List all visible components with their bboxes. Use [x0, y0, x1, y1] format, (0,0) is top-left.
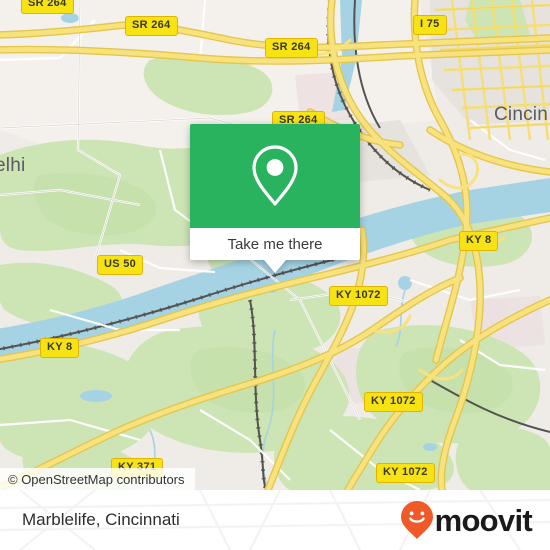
callout-image-panel: [190, 124, 360, 228]
road-shield-ky-1072-upper[interactable]: KY 1072: [329, 286, 388, 306]
road-shield-ky-1072-mid[interactable]: KY 1072: [364, 392, 423, 412]
road-shield-ky-8-left[interactable]: KY 8: [40, 338, 80, 358]
callout-tail: [264, 260, 286, 273]
road-shield-sr-264-top[interactable]: SR 264: [125, 16, 178, 36]
road-shield-sr-264-top-left[interactable]: SR 264: [21, 0, 74, 14]
road-shield-ky-1072-lower[interactable]: KY 1072: [376, 463, 435, 483]
moovit-smiley-pin-icon: [400, 501, 433, 539]
take-me-there-button[interactable]: Take me there: [190, 228, 360, 260]
moovit-map-screenshot: elhi Cincin SR 264 SR 264 SR 264 I 75 SR…: [0, 0, 550, 550]
moovit-logo[interactable]: moovit: [400, 500, 533, 540]
moovit-wordmark: moovit: [434, 502, 533, 538]
road-shield-ky-8-right[interactable]: KY 8: [459, 231, 499, 251]
road-shield-i-75[interactable]: I 75: [413, 15, 447, 35]
attribution-text: © OpenStreetMap contributors: [8, 471, 185, 487]
map-canvas[interactable]: elhi Cincin SR 264 SR 264 SR 264 I 75 SR…: [0, 0, 550, 490]
place-label-delhi: elhi: [0, 155, 26, 176]
map-attribution[interactable]: © OpenStreetMap contributors: [0, 468, 195, 490]
poi-title: Marblelife, Cincinnati: [22, 510, 180, 529]
footer-bar: Marblelife, Cincinnati moovit: [0, 490, 550, 550]
place-label-cincinnati: Cincin: [494, 104, 548, 125]
map-pin-icon: [252, 145, 298, 206]
take-me-there-label: Take me there: [227, 235, 323, 253]
road-shield-us-50[interactable]: US 50: [97, 255, 144, 275]
location-callout-card[interactable]: Take me there: [190, 124, 360, 273]
road-shield-sr-264-right[interactable]: SR 264: [265, 38, 318, 58]
